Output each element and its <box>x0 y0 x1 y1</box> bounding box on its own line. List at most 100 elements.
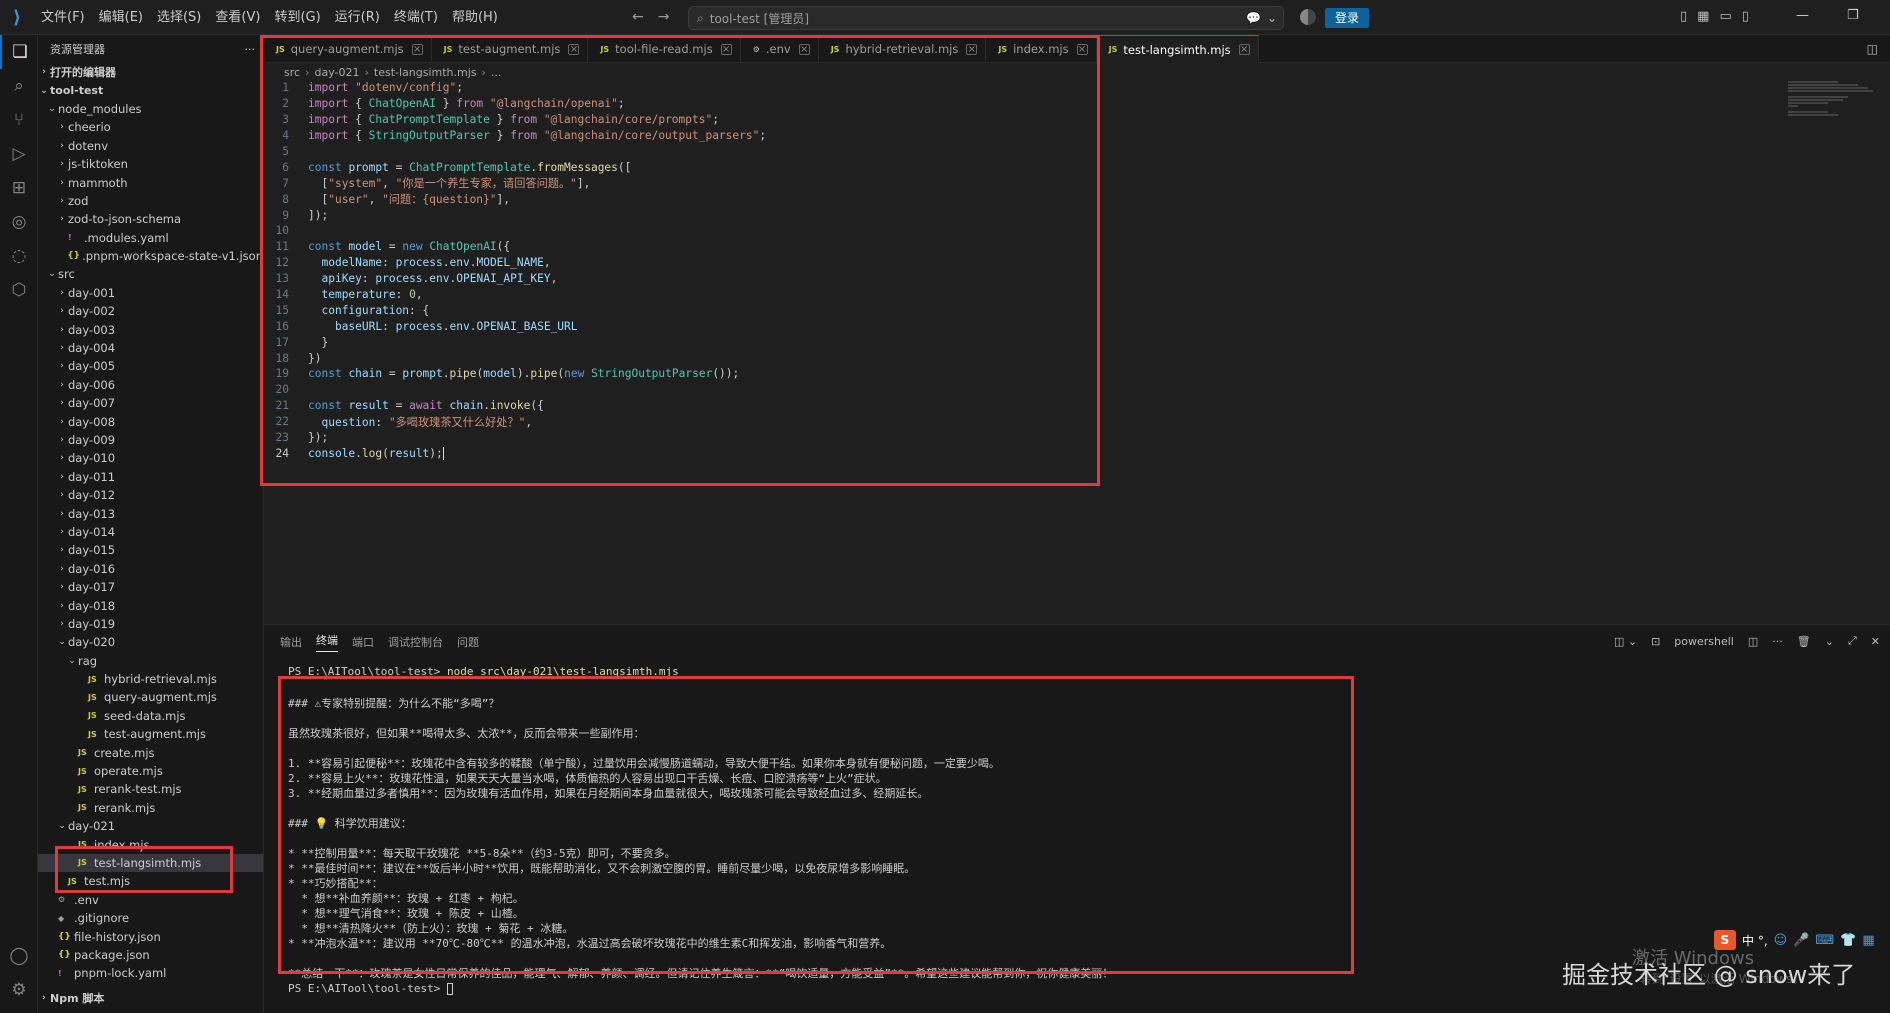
project-root[interactable]: ⌄ tool-test <box>38 81 263 99</box>
folder-item[interactable]: ⌄ day-021 <box>38 817 263 835</box>
editor-tab[interactable]: JS test-langsimth.mjs × <box>1096 35 1259 63</box>
close-icon[interactable]: × <box>720 43 732 55</box>
code-line[interactable]: 8 ["user", "问题：{question}"], <box>264 191 1794 207</box>
folder-item[interactable]: › day-004 <box>38 339 263 357</box>
file-item[interactable]: JS index.mjs <box>38 835 263 853</box>
folder-item[interactable]: › day-016 <box>38 560 263 578</box>
copilot-icon[interactable] <box>1300 9 1316 25</box>
ime-toolbar[interactable]: S 中 °, ☺ 🎤 ⌨ 👕 ▦ <box>1714 930 1875 950</box>
folder-item[interactable]: › js-tiktoken <box>38 155 263 173</box>
editor-tab[interactable]: JS query-augment.mjs × <box>264 35 432 63</box>
file-item[interactable]: JS rerank-test.mjs <box>38 780 263 798</box>
close-icon[interactable]: × <box>966 43 978 55</box>
file-item[interactable]: JS test-augment.mjs <box>38 725 263 743</box>
code-line[interactable]: 22 question: "多喝玫瑰茶又什么好处？", <box>264 414 1794 430</box>
breadcrumb-item[interactable]: day-021 <box>314 66 359 79</box>
emoji-icon[interactable]: ☺ <box>1774 933 1788 948</box>
folder-item[interactable]: › cheerio <box>38 118 263 136</box>
minimize-icon[interactable]: — <box>1796 8 1809 23</box>
open-editors-section[interactable]: › 打开的编辑器 <box>38 63 263 81</box>
menu-item[interactable]: 编辑(E) <box>92 0 150 35</box>
code-line[interactable]: 1 import "dotenv/config"; <box>264 80 1794 96</box>
folder-item[interactable]: › day-014 <box>38 523 263 541</box>
account-icon[interactable]: ◯ <box>0 939 38 973</box>
file-item[interactable]: {} package.json <box>38 946 263 964</box>
folder-item[interactable]: › day-009 <box>38 431 263 449</box>
folder-item[interactable]: › day-008 <box>38 412 263 430</box>
menu-item[interactable]: 查看(V) <box>208 0 267 35</box>
remote-icon[interactable]: ◌ <box>0 239 38 273</box>
folder-item[interactable]: › zod-to-json-schema <box>38 210 263 228</box>
split-editor-icon[interactable]: ◫ <box>1855 35 1890 62</box>
folder-item[interactable]: › day-019 <box>38 615 263 633</box>
menu-item[interactable]: 转到(G) <box>267 0 327 35</box>
toggle-sidebar-icon[interactable]: ▯ <box>1680 9 1687 24</box>
panel-tab[interactable]: 调试控制台 <box>388 634 443 650</box>
editor-tab[interactable]: JS test-augment.mjs × <box>432 35 589 63</box>
folder-item[interactable]: › day-002 <box>38 302 263 320</box>
file-item[interactable]: ! .modules.yaml <box>38 229 263 247</box>
login-button[interactable]: 登录 <box>1325 8 1370 28</box>
code-line[interactable]: 7 ["system", "你是一个养生专家，请回答问题。"], <box>264 175 1794 191</box>
explorer-icon[interactable]: ❏ <box>0 35 38 69</box>
folder-item[interactable]: › dotenv <box>38 137 263 155</box>
file-item[interactable]: ! pnpm-lock.yaml <box>38 964 263 982</box>
code-line[interactable]: 2 import { ChatOpenAI } from "@langchain/… <box>264 96 1794 112</box>
panel-tab[interactable]: 问题 <box>457 634 479 650</box>
microphone-icon[interactable]: 🎤 <box>1793 933 1809 948</box>
skin-icon[interactable]: 👕 <box>1840 933 1856 948</box>
folder-item[interactable]: › day-007 <box>38 394 263 412</box>
git-graph-icon[interactable]: ◎ <box>0 205 38 239</box>
breadcrumb-item[interactable]: test-langsimth.mjs <box>374 66 477 79</box>
terminal-shell-label[interactable]: powershell <box>1674 635 1734 648</box>
close-icon[interactable]: × <box>1238 44 1250 55</box>
minimap[interactable] <box>1788 80 1878 140</box>
close-icon[interactable]: × <box>568 43 580 55</box>
folder-item[interactable]: › day-013 <box>38 504 263 522</box>
code-line[interactable]: 15 configuration: { <box>264 302 1794 318</box>
maximize-icon[interactable]: ⤢ <box>1848 634 1857 648</box>
code-line[interactable]: 23}); <box>264 430 1794 446</box>
file-item[interactable]: JS create.mjs <box>38 743 263 761</box>
folder-item[interactable]: ⌄ src <box>38 265 263 283</box>
editor-tab[interactable]: JS hybrid-retrieval.mjs × <box>819 35 987 63</box>
code-line[interactable]: 20 <box>264 382 1794 398</box>
npm-scripts-section[interactable]: › Npm 脚本 <box>38 989 263 1007</box>
close-icon[interactable]: ✕ <box>1871 635 1880 648</box>
code-line[interactable]: 3 import { ChatPromptTemplate } from "@la… <box>264 112 1794 128</box>
menu-item[interactable]: 选择(S) <box>150 0 208 35</box>
layout-icon[interactable]: ▦ <box>1697 9 1709 24</box>
forward-arrow-icon[interactable]: → <box>658 9 670 25</box>
run-debug-icon[interactable]: ▷ <box>0 137 38 171</box>
trash-icon[interactable]: 🗑 <box>1797 635 1811 648</box>
file-item[interactable]: JS query-augment.mjs <box>38 688 263 706</box>
folder-item[interactable]: › day-003 <box>38 320 263 338</box>
chevron-down-icon[interactable]: ⌄ <box>1267 11 1277 25</box>
folder-item[interactable]: › mammoth <box>38 173 263 191</box>
grid-icon[interactable]: ▦ <box>1862 933 1874 948</box>
close-icon[interactable]: × <box>411 43 423 55</box>
code-editor[interactable]: 1 import "dotenv/config"; 2 import { ChatOp… <box>264 80 1794 616</box>
code-line[interactable]: 4 import { StringOutputParser } from "@la… <box>264 128 1794 144</box>
code-line[interactable]: 10 <box>264 223 1794 239</box>
file-item[interactable]: JS seed-data.mjs <box>38 707 263 725</box>
folder-item[interactable]: › day-010 <box>38 449 263 467</box>
folder-item[interactable]: › day-011 <box>38 468 263 486</box>
panel-tab[interactable]: 输出 <box>280 634 302 650</box>
file-item[interactable]: ⚙ .env <box>38 891 263 909</box>
restore-icon[interactable]: ❐ <box>1847 8 1859 23</box>
menu-item[interactable]: 终端(T) <box>387 0 445 35</box>
command-center[interactable]: ⌕ tool-test [管理员] 💬 ⌄ <box>688 6 1284 30</box>
panel-tab[interactable]: 终端 <box>316 632 338 652</box>
code-line[interactable]: 6 const prompt = ChatPromptTemplate.fromM… <box>264 159 1794 175</box>
file-item[interactable]: {} file-history.json <box>38 927 263 945</box>
folder-item[interactable]: ⌄ day-020 <box>38 633 263 651</box>
file-item[interactable]: JS hybrid-retrieval.mjs <box>38 670 263 688</box>
toggle-secondary-sidebar-icon[interactable]: ▯ <box>1742 9 1749 24</box>
folder-item[interactable]: › day-017 <box>38 578 263 596</box>
chat-icon[interactable]: 💬 <box>1246 11 1261 25</box>
editor-tab[interactable]: ⚙ .env × <box>741 35 819 63</box>
folder-item[interactable]: › day-005 <box>38 357 263 375</box>
code-line[interactable]: 14 temperature: 0, <box>264 287 1794 303</box>
folder-item[interactable]: › day-015 <box>38 541 263 559</box>
